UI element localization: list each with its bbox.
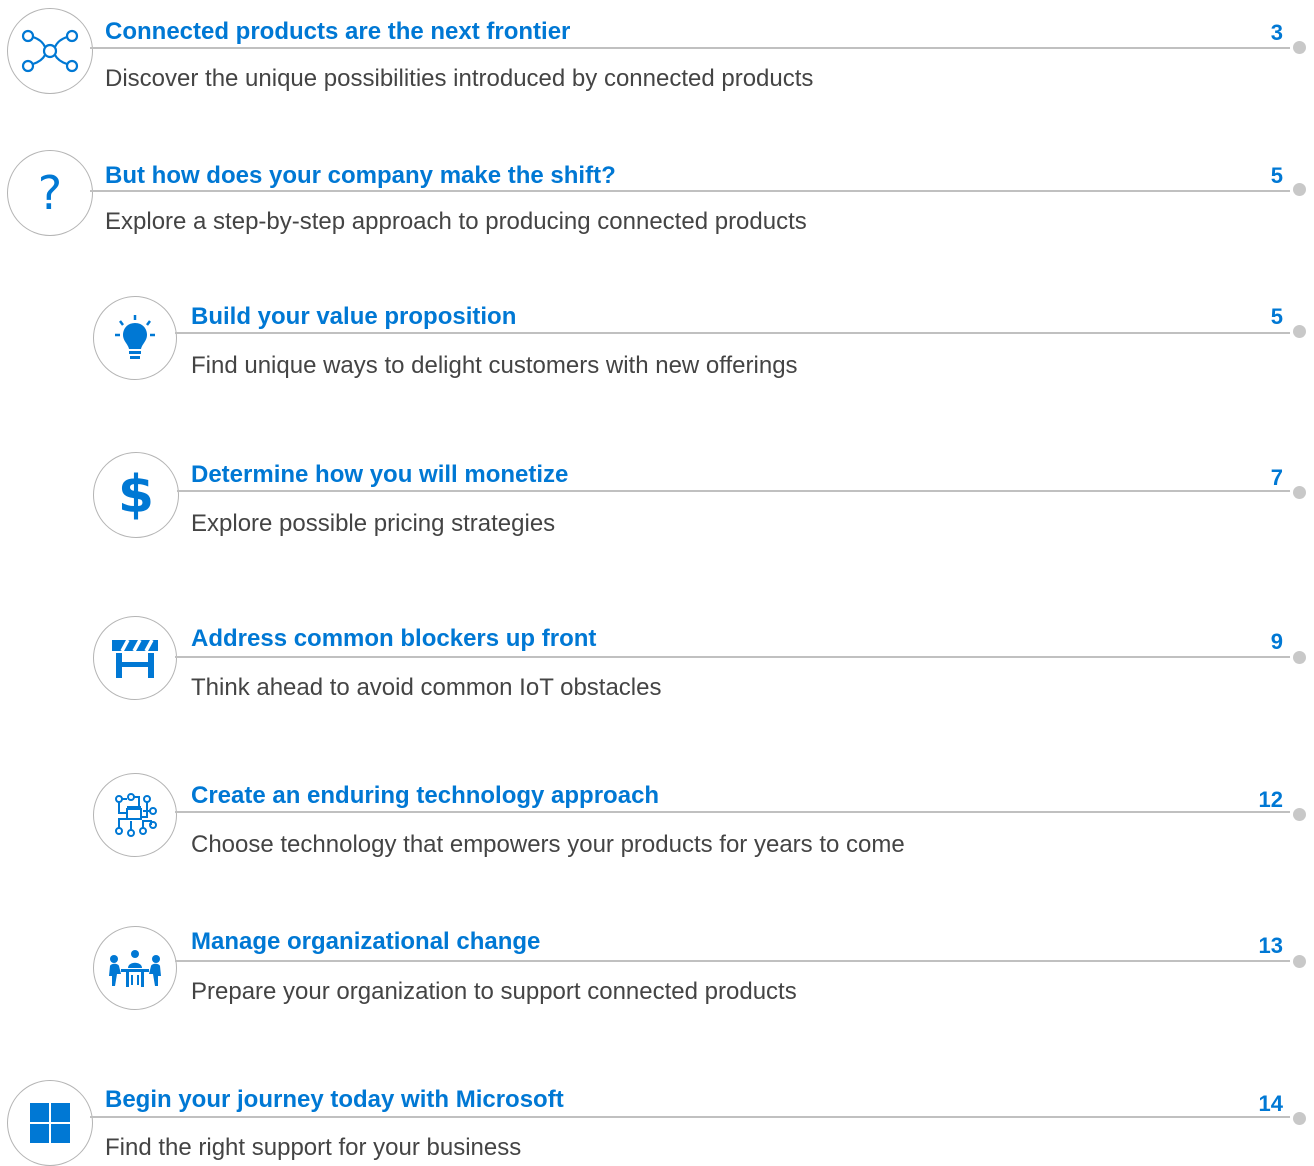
toc-rule [175,811,1290,813]
toc-page-number[interactable]: 5 [1243,162,1283,190]
toc-page-number[interactable]: 5 [1243,303,1283,331]
toc-description: Choose technology that empowers your pro… [191,831,905,858]
toc-description: Discover the unique possibilities introd… [105,65,814,92]
meeting-icon [93,926,177,1010]
toc-description: Find unique ways to delight customers wi… [191,352,798,379]
circuit-icon [93,773,177,857]
toc-description: Explore a step-by-step approach to produ… [105,208,807,235]
dollar-icon: $ [93,452,179,538]
toc-title[interactable]: Build your value proposition [191,302,516,332]
toc-title[interactable]: Begin your journey today with Microsoft [105,1085,564,1115]
toc-title[interactable]: Create an enduring technology approach [191,781,659,811]
toc-rule [90,190,1290,192]
toc-description: Prepare your organization to support con… [191,978,797,1005]
toc-rule [175,656,1290,658]
toc-page-number[interactable]: 7 [1243,464,1283,492]
toc-rule [175,332,1290,334]
toc-title[interactable]: Manage organizational change [191,927,540,957]
toc-title[interactable]: Determine how you will monetize [191,460,568,490]
toc-page-number[interactable]: 12 [1243,786,1283,814]
network-nodes-icon [7,8,93,94]
microsoft-logo-icon [7,1080,93,1166]
toc-dot [1293,808,1306,821]
toc-dot [1293,486,1306,499]
toc-page-number[interactable]: 3 [1243,19,1283,47]
toc-rule [90,47,1290,49]
toc-page-number[interactable]: 9 [1243,628,1283,656]
toc-dot [1293,1112,1306,1125]
toc-title[interactable]: Address common blockers up front [191,624,596,654]
toc-page-number[interactable]: 14 [1243,1090,1283,1118]
toc-title[interactable]: Connected products are the next frontier [105,17,570,47]
toc-description: Find the right support for your business [105,1134,522,1161]
question-mark-icon: ? [7,150,93,236]
lightbulb-icon [93,296,177,380]
toc-dot [1293,41,1306,54]
toc-page-number[interactable]: 13 [1243,932,1283,960]
toc-description: Think ahead to avoid common IoT obstacle… [191,674,662,701]
toc-title[interactable]: But how does your company make the shift… [105,161,616,191]
toc-rule [177,490,1290,492]
toc-description: Explore possible pricing strategies [191,510,556,537]
toc-dot [1293,955,1306,968]
toc-rule [90,1116,1290,1118]
toc-dot [1293,325,1306,338]
toc-dot [1293,183,1306,196]
roadblock-icon [93,616,177,700]
toc-dot [1293,651,1306,664]
toc-rule [175,960,1290,962]
